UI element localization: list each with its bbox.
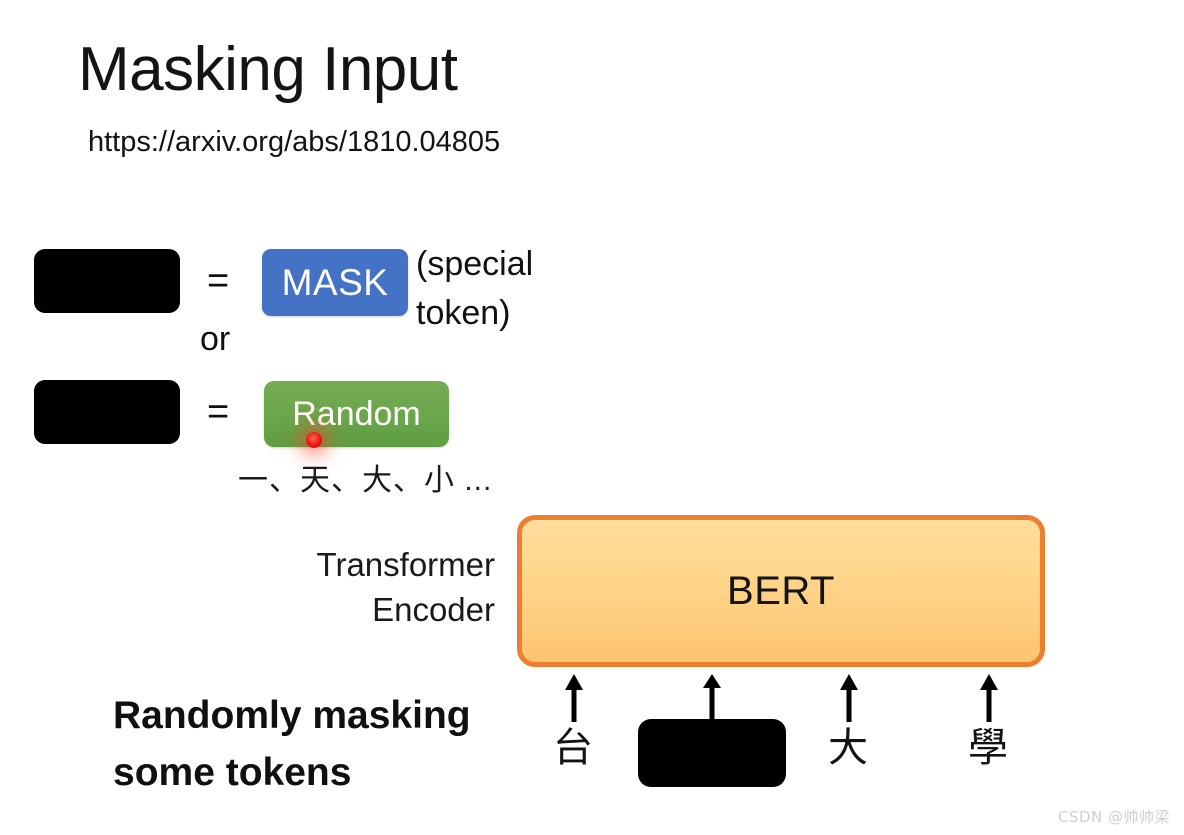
mask-chip: MASK bbox=[262, 249, 408, 316]
input-token-3: 大 bbox=[828, 725, 868, 771]
input-arrow-3-icon bbox=[840, 674, 858, 722]
input-arrow-4-icon bbox=[980, 674, 998, 722]
masked-token-block-2 bbox=[34, 380, 180, 444]
input-token-2-masked bbox=[638, 719, 786, 787]
input-token-1: 台 bbox=[553, 725, 593, 771]
mask-chip-label: MASK bbox=[281, 261, 389, 303]
input-arrow-1-icon bbox=[565, 674, 583, 722]
transformer-encoder-caption: Transformer Encoder bbox=[316, 546, 495, 628]
slide-canvas: Masking Input https://arxiv.org/abs/1810… bbox=[0, 0, 1184, 835]
equals-sign-1: = bbox=[207, 260, 230, 302]
random-chip-label: Random bbox=[292, 394, 421, 433]
bottom-caption: Randomly masking some tokens bbox=[113, 694, 471, 794]
input-token-4: 學 bbox=[968, 725, 1008, 771]
masked-token-block-1 bbox=[34, 249, 180, 313]
special-token-note: (special token) bbox=[416, 245, 534, 333]
random-chip: Random bbox=[264, 381, 449, 447]
bert-model-label: BERT bbox=[727, 568, 835, 613]
laser-pointer-dot-icon bbox=[306, 432, 322, 448]
random-token-examples: 一、天、大、小 ... bbox=[238, 464, 493, 497]
equals-sign-2: = bbox=[207, 391, 230, 433]
csdn-watermark: CSDN @帅帅梁 bbox=[1057, 808, 1170, 826]
or-label: or bbox=[200, 320, 231, 358]
paper-url-subtitle: https://arxiv.org/abs/1810.04805 bbox=[88, 126, 501, 158]
page-title: Masking Input bbox=[78, 35, 458, 104]
bert-model-box: BERT bbox=[517, 515, 1045, 667]
